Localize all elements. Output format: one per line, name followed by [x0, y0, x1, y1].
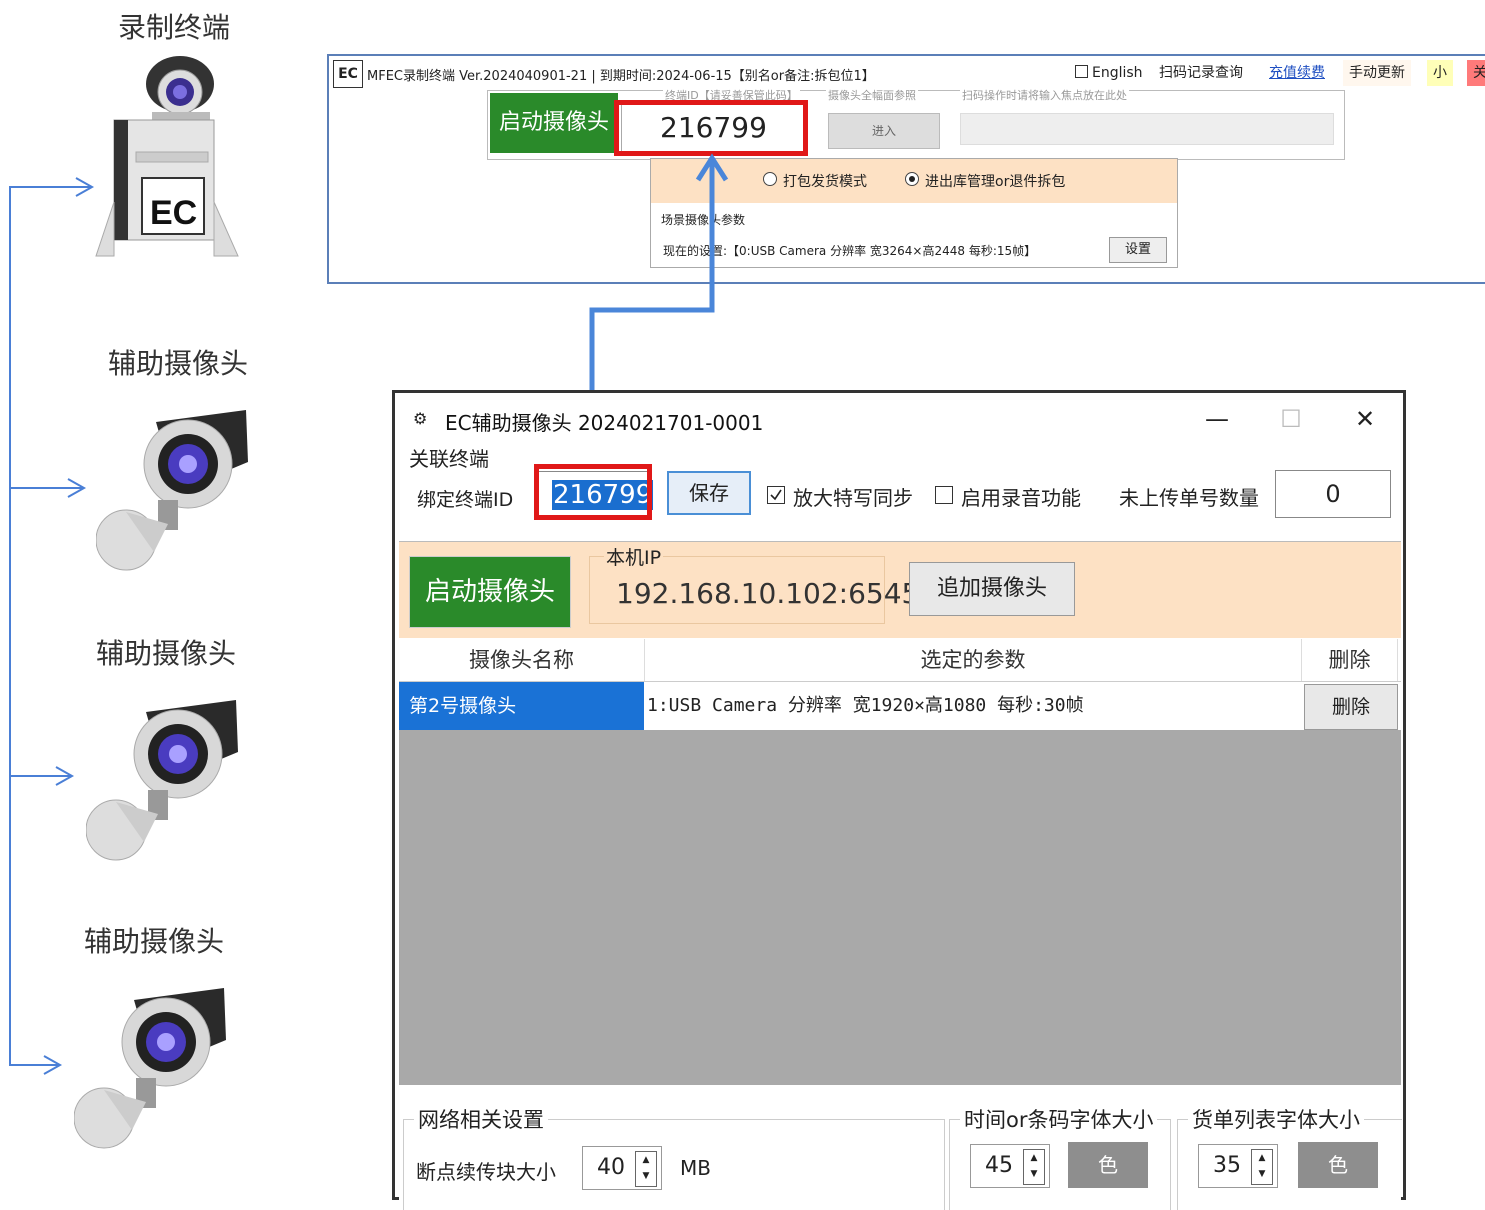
chunk-size-stepper[interactable]: 40 ▲ ▼ [582, 1146, 662, 1190]
recorder-title: MFEC录制终端 Ver.2024040901-21 | 到期时间:2024-0… [367, 69, 875, 84]
stock-mode-label[interactable]: 进出库管理or退件拆包 [925, 171, 1065, 191]
column-header-delete[interactable]: 删除 [1302, 639, 1398, 681]
chunk-size-unit: MB [680, 1156, 711, 1180]
recorder-titlebar: EC MFEC录制终端 Ver.2024040901-21 | 到期时间:202… [329, 56, 1485, 90]
svg-text:EC: EC [150, 194, 197, 232]
time-font-group: 时间or条码字体大小 45 ▲ ▼ 色 [949, 1104, 1171, 1210]
start-camera-button[interactable]: 启动摄像头 [409, 556, 571, 628]
table-row[interactable]: 第2号摄像头 1:USB Camera 分辨率 宽1920×高1080 每秒:3… [399, 682, 1401, 730]
chunk-size-value: 40 [597, 1155, 625, 1180]
scan-focus-label: 扫码操作时请将输入焦点放在此处 [960, 87, 1129, 103]
list-font-stepper[interactable]: 35 ▲ ▼ [1198, 1144, 1278, 1188]
unuploaded-label: 未上传单号数量 [1119, 486, 1259, 510]
english-label: English [1092, 65, 1143, 81]
local-ip-group: 本机IP 192.168.10.102:65452 [589, 543, 937, 624]
aux-camera-label-3: 辅助摄像头 [84, 925, 225, 958]
time-font-title: 时间or条码字体大小 [960, 1104, 1158, 1134]
camera-icon [85, 692, 246, 862]
column-header-name[interactable]: 摄像头名称 [399, 639, 645, 681]
network-settings-title: 网络相关设置 [414, 1104, 548, 1134]
local-ip-label: 本机IP [604, 543, 664, 570]
spinner-arrows-icon[interactable]: ▲ ▼ [1251, 1149, 1273, 1185]
minimize-small-button[interactable]: 小 [1427, 60, 1453, 86]
close-window-button[interactable]: ✕ [1343, 399, 1387, 439]
pack-mode-label[interactable]: 打包发货模式 [783, 171, 867, 191]
add-camera-button[interactable]: 追加摄像头 [909, 562, 1075, 616]
list-color-button[interactable]: 色 [1298, 1142, 1378, 1188]
list-font-group: 货单列表字体大小 35 ▲ ▼ 色 [1177, 1104, 1402, 1210]
spinner-arrows-icon[interactable]: ▲ ▼ [1023, 1149, 1045, 1185]
app-camera-icon: ⚙ [413, 409, 428, 428]
recorder-window: EC MFEC录制终端 Ver.2024040901-21 | 到期时间:202… [327, 54, 1485, 284]
recorder-device-icon: EC [92, 52, 242, 260]
fullscreen-ref-label: 摄像头全幅面参照 [826, 87, 918, 103]
minimize-button[interactable]: — [1195, 399, 1239, 439]
radio-pack-mode[interactable] [763, 172, 777, 186]
aux-camera-label-2: 辅助摄像头 [96, 637, 237, 670]
maximize-button[interactable]: ☐ [1269, 399, 1313, 439]
camera-params-cell[interactable]: 1:USB Camera 分辨率 宽1920×高1080 每秒:30帧 [647, 682, 1301, 730]
time-font-stepper[interactable]: 45 ▲ ▼ [970, 1144, 1050, 1188]
list-font-value: 35 [1213, 1153, 1241, 1178]
recharge-link[interactable]: 充值续费 [1263, 60, 1331, 86]
checkbox-icon[interactable] [1075, 65, 1088, 78]
close-button[interactable]: 关 [1467, 60, 1485, 86]
settings-button[interactable]: 设置 [1109, 237, 1167, 263]
save-button[interactable]: 保存 [667, 471, 751, 515]
english-toggle[interactable]: English [1069, 60, 1149, 86]
time-font-value: 45 [985, 1153, 1013, 1178]
chunk-size-label: 断点续传块大小 [416, 1160, 556, 1184]
record-audio-label[interactable]: 启用录音功能 [961, 482, 1081, 511]
start-camera-button[interactable]: 启动摄像头 [490, 93, 618, 153]
time-color-button[interactable]: 色 [1068, 1142, 1148, 1188]
recorder-label: 录制终端 [118, 11, 231, 44]
list-font-title: 货单列表字体大小 [1188, 1104, 1364, 1134]
spinner-arrows-icon[interactable]: ▲ ▼ [635, 1151, 657, 1187]
camera-control-band: 启动摄像头 本机IP 192.168.10.102:65452 追加摄像头 [399, 541, 1401, 638]
bind-terminal-label: 绑定终端ID [417, 489, 514, 511]
link-terminal-label: 关联终端 [409, 447, 489, 471]
check-icon [770, 489, 782, 501]
local-ip-value: 192.168.10.102:65452 [616, 577, 938, 610]
settings-area: 网络相关设置 断点续传块大小 40 ▲ ▼ MB 时间or条码字体大小 45 ▲ ▼… [399, 1091, 1402, 1210]
aux-camera-label-1: 辅助摄像头 [108, 347, 249, 380]
app-logo-icon: EC [333, 60, 363, 88]
scan-query-button[interactable]: 扫码记录查询 [1153, 60, 1249, 86]
manual-update-button[interactable]: 手动更新 [1343, 60, 1411, 86]
aux-window-title: EC辅助摄像头 2024021701-0001 [445, 411, 764, 435]
zoom-sync-label[interactable]: 放大特写同步 [793, 482, 913, 511]
unuploaded-count: 0 [1275, 470, 1391, 518]
camera-icon [95, 402, 256, 572]
scan-input[interactable] [960, 113, 1334, 145]
radio-stock-mode[interactable] [905, 172, 919, 186]
highlight-terminal-id [614, 100, 808, 156]
table-header: 摄像头名称 选定的参数 删除 [399, 639, 1401, 682]
column-header-params[interactable]: 选定的参数 [645, 639, 1302, 681]
delete-camera-button[interactable]: 删除 [1304, 684, 1398, 730]
record-audio-checkbox[interactable] [935, 486, 953, 504]
highlight-bind-id [534, 464, 652, 520]
network-settings-group: 网络相关设置 断点续传块大小 40 ▲ ▼ MB [403, 1104, 945, 1210]
camera-table: 摄像头名称 选定的参数 删除 第2号摄像头 1:USB Camera 分辨率 宽… [399, 639, 1401, 1085]
zoom-sync-checkbox[interactable] [767, 486, 785, 504]
enter-button[interactable]: 进入 [828, 113, 940, 149]
camera-name-cell[interactable]: 第2号摄像头 [399, 682, 644, 730]
connector-lines [9, 177, 95, 1075]
